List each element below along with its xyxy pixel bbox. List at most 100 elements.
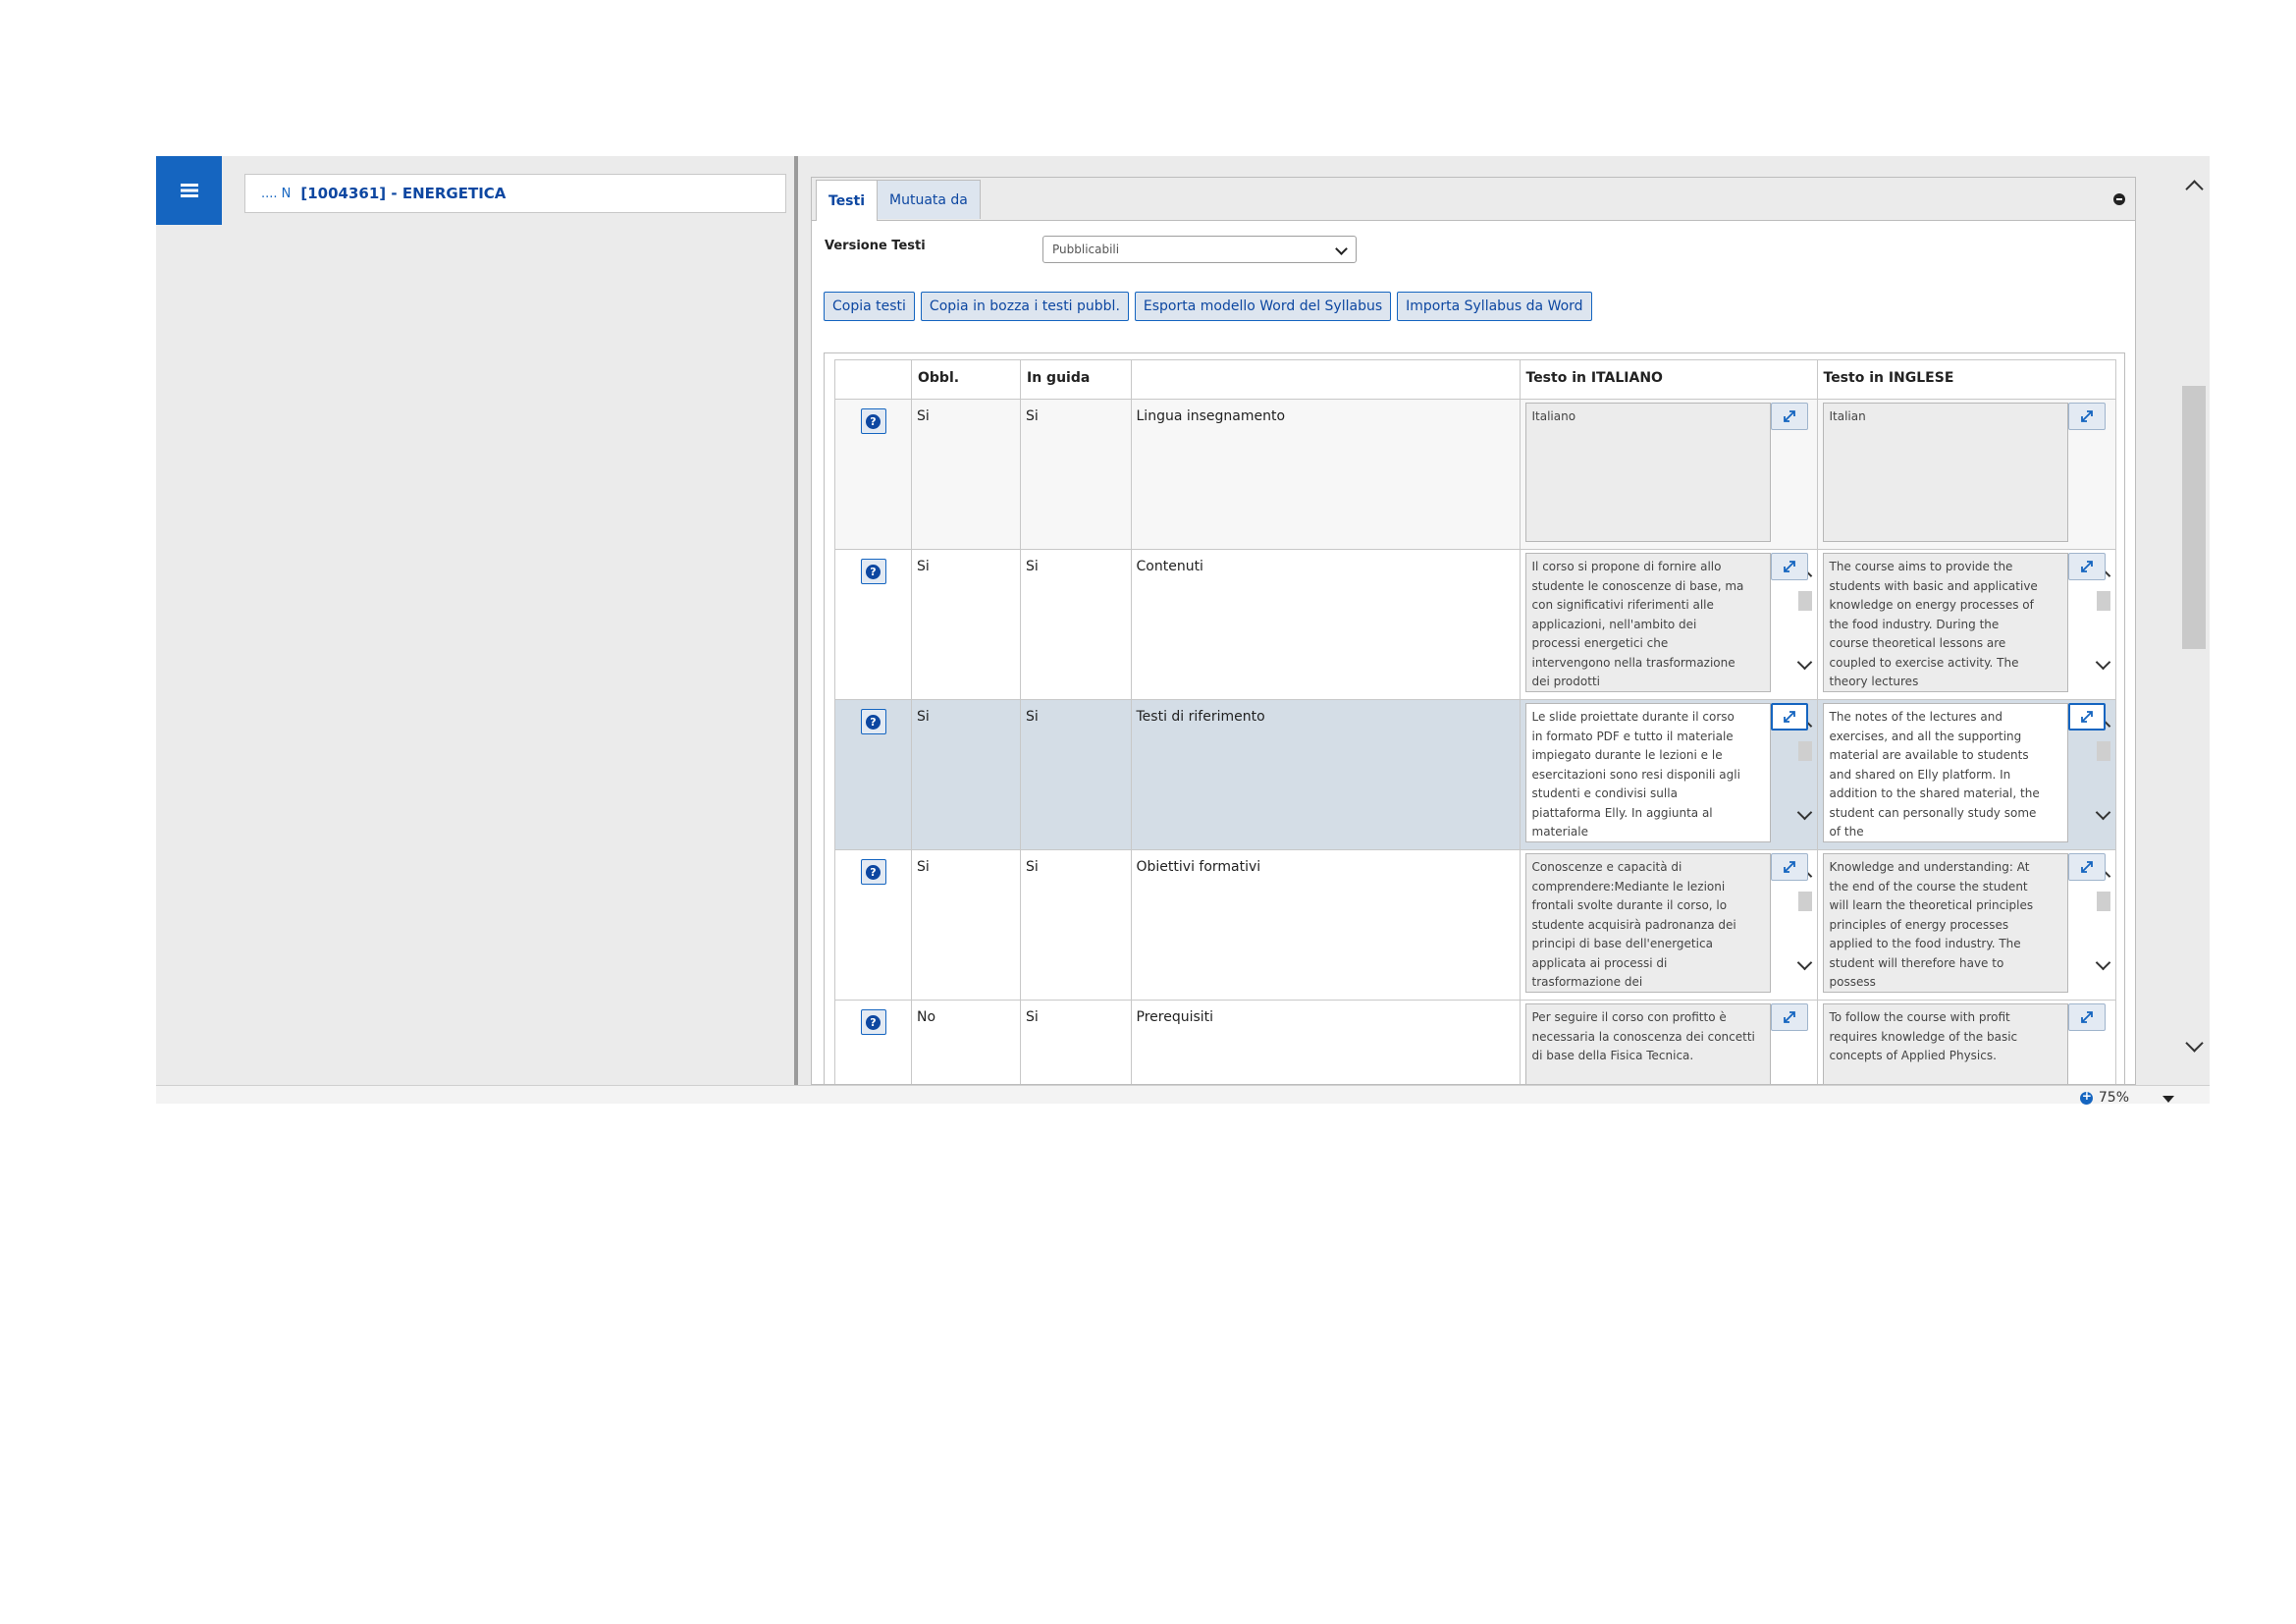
- chevron-down-icon: [2095, 804, 2111, 821]
- cell-obbl: Si: [911, 399, 1021, 550]
- table-row[interactable]: ? Si Si Obiettivi formativi Conoscenze e…: [834, 849, 2116, 1001]
- english-text-area[interactable]: Knowledge and understanding: At the end …: [1822, 853, 2068, 993]
- tab-mutuata-da[interactable]: Mutuata da: [877, 180, 981, 219]
- column-header-field: [1130, 359, 1521, 400]
- italian-text-area[interactable]: Il corso si propone di fornire allo stud…: [1524, 553, 1771, 692]
- scrollbar-thumb: [2182, 386, 2206, 649]
- expand-icon: [2080, 711, 2093, 723]
- import-word-button[interactable]: Importa Syllabus da Word: [1397, 292, 1592, 321]
- page-scrollbar[interactable]: [2177, 156, 2210, 1085]
- version-select[interactable]: Pubblicabili: [1042, 236, 1357, 263]
- expand-button[interactable]: [2067, 703, 2106, 731]
- help-icon: ?: [866, 864, 881, 880]
- cell-field: Testi di riferimento: [1130, 699, 1521, 850]
- italian-text-area[interactable]: Conoscenze e capacità di comprendere:Med…: [1524, 853, 1771, 993]
- english-text-area[interactable]: Italian: [1822, 403, 2068, 542]
- version-label: Versione Testi: [825, 239, 926, 253]
- help-icon: ?: [866, 1014, 881, 1030]
- cell-in-guida: Si: [1020, 549, 1132, 700]
- cell-obbl: Si: [911, 849, 1021, 1001]
- cell-obbl: No: [911, 1000, 1021, 1084]
- chevron-up-icon: [2185, 180, 2204, 198]
- expand-button[interactable]: [2067, 853, 2106, 881]
- cell-field: Contenuti: [1130, 549, 1521, 700]
- column-header-italian[interactable]: Testo in ITALIANO: [1519, 359, 1818, 400]
- column-header-in-guida[interactable]: In guida: [1020, 359, 1132, 400]
- breadcrumb[interactable]: .... N [1004361] - ENERGETICA: [244, 174, 786, 213]
- help-icon: ?: [866, 714, 881, 730]
- cell-field: Lingua insegnamento: [1130, 399, 1521, 550]
- app-window: .... N [1004361] - ENERGETICA Testi Mutu…: [156, 156, 2210, 1106]
- italian-text-area[interactable]: Per seguire il corso con profitto è nece…: [1524, 1003, 1771, 1084]
- table-row[interactable]: ? No Si Prerequisiti Per seguire il cors…: [834, 1000, 2116, 1084]
- table-row[interactable]: ? Si Si Contenuti Il corso si propone di…: [834, 549, 2116, 700]
- cell-in-guida: Si: [1020, 699, 1132, 850]
- help-button[interactable]: ?: [860, 408, 886, 434]
- hamburger-menu-button[interactable]: [156, 156, 222, 225]
- help-icon: ?: [866, 564, 881, 579]
- chevron-down-icon: [1796, 954, 1812, 971]
- expand-icon: [1783, 410, 1795, 422]
- table-header: Obbl. In guida Testo in ITALIANO Testo i…: [834, 359, 2116, 400]
- version-selected-value: Pubblicabili: [1052, 243, 1120, 256]
- help-button[interactable]: ?: [860, 559, 886, 584]
- chevron-down-icon: [2185, 1034, 2204, 1053]
- syllabus-table: Obbl. In guida Testo in ITALIANO Testo i…: [834, 359, 2116, 1084]
- expand-icon: [1783, 1011, 1795, 1023]
- cell-field: Obiettivi formativi: [1130, 849, 1521, 1001]
- expand-button[interactable]: [2067, 403, 2106, 430]
- breadcrumb-prefix: .... N: [261, 186, 292, 201]
- expand-button[interactable]: [1770, 553, 1808, 580]
- breadcrumb-title: [1004361] - ENERGETICA: [300, 185, 507, 202]
- cell-in-guida: Si: [1020, 1000, 1132, 1084]
- expand-button[interactable]: [1770, 1003, 1808, 1031]
- expand-icon: [2080, 1011, 2093, 1023]
- expand-button[interactable]: [1770, 403, 1808, 430]
- tab-testi[interactable]: Testi: [816, 180, 879, 221]
- cell-in-guida: Si: [1020, 849, 1132, 1001]
- expand-button[interactable]: [2067, 1003, 2106, 1031]
- chevron-down-icon: [1335, 243, 1348, 255]
- zoom-icon: [2079, 1089, 2093, 1105]
- cell-obbl: Si: [911, 699, 1021, 850]
- copy-texts-button[interactable]: Copia testi: [824, 292, 915, 321]
- expand-button[interactable]: [1770, 703, 1808, 731]
- expand-icon: [1783, 711, 1795, 723]
- collapse-icon[interactable]: [2113, 193, 2125, 205]
- chevron-down-icon: [1796, 654, 1812, 671]
- italian-text-area[interactable]: Le slide proiettate durante il corso in …: [1524, 703, 1771, 842]
- expand-icon: [1783, 561, 1795, 572]
- italian-text-area[interactable]: Italiano: [1524, 403, 1771, 542]
- table-row-selected[interactable]: ? Si Si Testi di riferimento Le slide pr…: [834, 699, 2116, 850]
- copy-draft-button[interactable]: Copia in bozza i testi pubbl.: [920, 292, 1129, 321]
- zoom-level: 75%: [2098, 1090, 2129, 1106]
- chevron-down-icon: [1796, 804, 1812, 821]
- cell-in-guida: Si: [1020, 399, 1132, 550]
- toolbar: Copia testi Copia in bozza i testi pubbl…: [824, 292, 1592, 321]
- english-text-area[interactable]: The notes of the lectures and exercises,…: [1822, 703, 2068, 842]
- expand-button[interactable]: [2067, 553, 2106, 580]
- cell-obbl: Si: [911, 549, 1021, 700]
- expand-icon: [2080, 861, 2093, 873]
- chevron-down-icon: [2095, 954, 2111, 971]
- status-bar: 75%: [156, 1085, 2210, 1106]
- menu-icon: [180, 184, 198, 197]
- main-panel: Testi Mutuata da Versione Testi Pubblica…: [811, 177, 2136, 1085]
- chevron-down-icon: [2095, 654, 2111, 671]
- help-button[interactable]: ?: [860, 709, 886, 734]
- expand-icon: [1783, 861, 1795, 873]
- column-header-help: [834, 359, 912, 400]
- column-header-obbl[interactable]: Obbl.: [911, 359, 1021, 400]
- panel-splitter[interactable]: [794, 156, 798, 1085]
- help-button[interactable]: ?: [860, 859, 886, 885]
- expand-button[interactable]: [1770, 853, 1808, 881]
- help-button[interactable]: ?: [860, 1009, 886, 1035]
- expand-icon: [2080, 410, 2093, 422]
- english-text-area[interactable]: To follow the course with profit require…: [1822, 1003, 2068, 1084]
- english-text-area[interactable]: The course aims to provide the students …: [1822, 553, 2068, 692]
- table-row[interactable]: ? Si Si Lingua insegnamento Italiano Ita…: [834, 399, 2116, 550]
- column-header-english[interactable]: Testo in INGLESE: [1816, 359, 2116, 400]
- export-word-button[interactable]: Esporta modello Word del Syllabus: [1134, 292, 1392, 321]
- zoom-dropdown-icon[interactable]: [2163, 1096, 2174, 1103]
- zoom-control[interactable]: 75%: [2079, 1089, 2129, 1106]
